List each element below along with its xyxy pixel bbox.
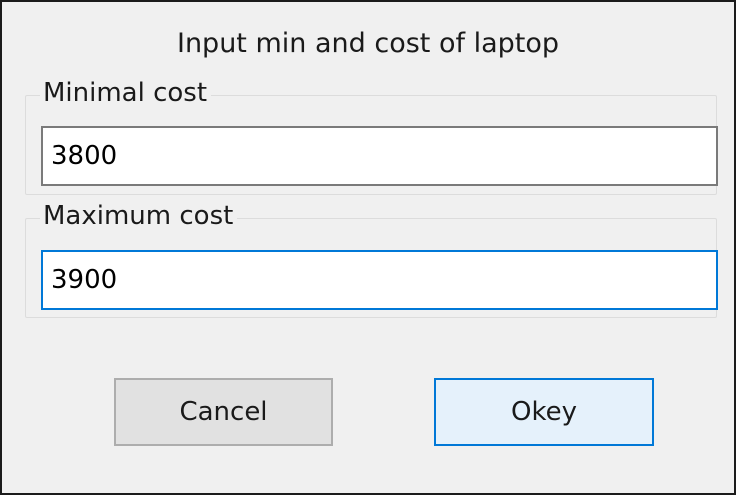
minimal-cost-group: Minimal cost xyxy=(25,76,718,195)
maximum-cost-group: Maximum cost xyxy=(25,199,718,318)
dialog-title: Input min and cost of laptop xyxy=(176,28,559,59)
maximum-cost-input[interactable] xyxy=(41,250,718,310)
dialog-window: Input min and cost of laptop Minimal cos… xyxy=(0,0,736,495)
cancel-button[interactable]: Cancel xyxy=(114,378,333,446)
okey-button[interactable]: Okey xyxy=(434,378,654,446)
maximum-cost-label: Maximum cost xyxy=(40,199,238,233)
minimal-cost-input[interactable] xyxy=(41,126,718,186)
minimal-cost-label: Minimal cost xyxy=(40,76,212,110)
